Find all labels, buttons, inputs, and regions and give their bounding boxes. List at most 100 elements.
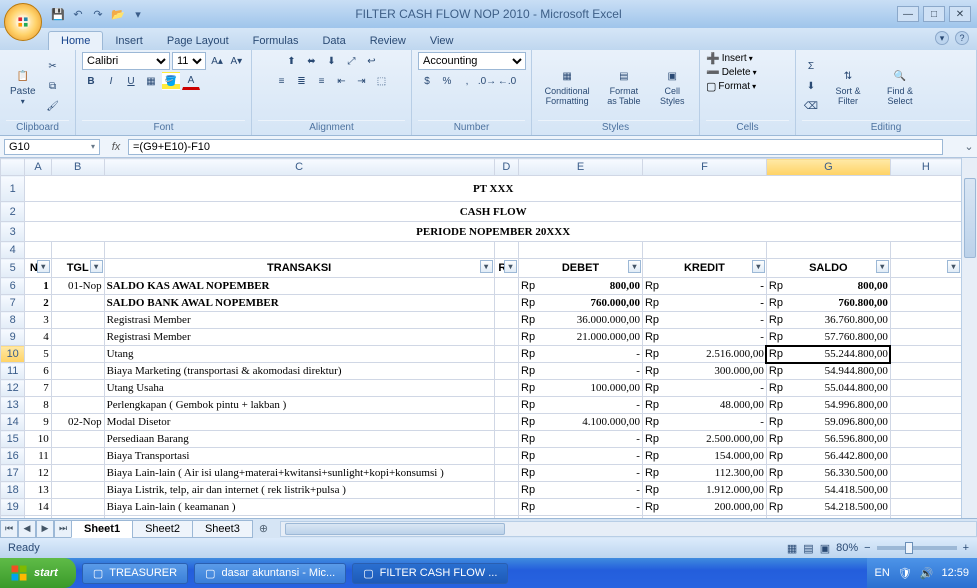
currency-icon[interactable]: $ xyxy=(418,72,436,90)
cell[interactable]: 11 xyxy=(25,448,51,465)
cell[interactable]: Rp- xyxy=(519,465,643,482)
cell[interactable]: 7 xyxy=(25,380,51,397)
cell[interactable] xyxy=(51,329,104,346)
cell[interactable] xyxy=(494,397,518,414)
cell[interactable] xyxy=(494,431,518,448)
select-all-corner[interactable] xyxy=(1,159,25,176)
expand-formula-icon[interactable]: ⌄ xyxy=(961,140,977,153)
cell[interactable]: SALDO▾ xyxy=(766,259,890,278)
cell[interactable]: Rp48.000,00 xyxy=(642,397,766,414)
col-F[interactable]: F xyxy=(642,159,766,176)
decrease-decimal-icon[interactable]: ←.0 xyxy=(498,72,516,90)
cell[interactable]: Rp100.000,00 xyxy=(519,380,643,397)
horizontal-scrollbar[interactable] xyxy=(280,521,977,537)
hscroll-thumb[interactable] xyxy=(285,523,505,535)
cell[interactable] xyxy=(51,465,104,482)
autosum-icon[interactable]: Σ xyxy=(802,57,820,75)
cell[interactable] xyxy=(890,414,961,431)
col-G[interactable]: G xyxy=(766,159,890,176)
row-header[interactable]: 5 xyxy=(1,259,25,278)
row-header[interactable]: 20 xyxy=(1,516,25,519)
zoom-level[interactable]: 80% xyxy=(836,542,858,554)
filter-icon[interactable]: ▾ xyxy=(480,260,493,273)
cell[interactable]: Modal Disetor xyxy=(104,414,494,431)
cell[interactable] xyxy=(494,380,518,397)
undo-icon[interactable]: ↶ xyxy=(70,6,86,22)
row-header[interactable]: 7 xyxy=(1,295,25,312)
cell[interactable]: KREDIT▾ xyxy=(642,259,766,278)
sheet-tab-3[interactable]: Sheet3 xyxy=(192,520,253,538)
filter-icon[interactable]: ▾ xyxy=(628,260,641,273)
worksheet-grid[interactable]: A B C D E F G H 1PT XXX2CASH FLOW3PERIOD… xyxy=(0,158,977,518)
tab-data[interactable]: Data xyxy=(310,32,357,50)
cell[interactable] xyxy=(494,363,518,380)
cell[interactable]: Rp4.100.000,00 xyxy=(519,414,643,431)
row-header[interactable]: 4 xyxy=(1,242,25,259)
row-header[interactable]: 10 xyxy=(1,346,25,363)
cell[interactable] xyxy=(51,380,104,397)
paste-button[interactable]: 📋Paste▾ xyxy=(6,64,40,108)
font-size-select[interactable]: 11 xyxy=(172,52,206,70)
taskbar-task[interactable]: ▢TREASURER xyxy=(82,563,188,584)
percent-icon[interactable]: % xyxy=(438,72,456,90)
find-select-button[interactable]: 🔍Find & Select xyxy=(876,64,924,108)
col-H[interactable]: H xyxy=(890,159,961,176)
cell[interactable] xyxy=(494,482,518,499)
cell[interactable]: Biaya Lain-lain ( Air isi ulang+materai+… xyxy=(104,465,494,482)
cell[interactable]: TGL▾ xyxy=(51,259,104,278)
align-right-icon[interactable]: ≡ xyxy=(313,72,331,90)
cell[interactable]: DEBET▾ xyxy=(519,259,643,278)
ribbon-minimize-icon[interactable]: ▾ xyxy=(935,31,949,45)
filter-icon[interactable]: ▾ xyxy=(37,260,50,273)
cell[interactable] xyxy=(890,312,961,329)
zoom-out-icon[interactable]: − xyxy=(864,542,870,554)
cell[interactable]: Rp760.000,00 xyxy=(519,295,643,312)
cell[interactable]: 8 xyxy=(25,397,51,414)
increase-decimal-icon[interactable]: .0→ xyxy=(478,72,496,90)
cell[interactable] xyxy=(494,448,518,465)
cell[interactable]: Rp- xyxy=(519,482,643,499)
cell[interactable]: Rp800,00 xyxy=(519,278,643,295)
cell[interactable] xyxy=(494,329,518,346)
cell[interactable] xyxy=(51,312,104,329)
cell[interactable] xyxy=(890,431,961,448)
save-icon[interactable]: 💾 xyxy=(50,6,66,22)
row-header[interactable]: 12 xyxy=(1,380,25,397)
cell[interactable]: 3 xyxy=(25,312,51,329)
align-middle-icon[interactable]: ⬌ xyxy=(303,52,321,70)
cell[interactable]: Rp36.000.000,00 xyxy=(519,312,643,329)
sheet-nav-last-icon[interactable]: ⏭ xyxy=(54,520,72,538)
cell[interactable] xyxy=(51,499,104,516)
help-icon[interactable]: ? xyxy=(955,31,969,45)
format-painter-icon[interactable]: 🖌 xyxy=(44,97,62,115)
cell[interactable]: Biaya Marketing (transportasi & akomodas… xyxy=(104,363,494,380)
zoom-in-icon[interactable]: + xyxy=(963,542,969,554)
cell[interactable]: Rp800,00 xyxy=(766,278,890,295)
cell[interactable]: Rp54.418.500,00 xyxy=(766,482,890,499)
cell[interactable] xyxy=(890,295,961,312)
cell[interactable] xyxy=(890,363,961,380)
bold-icon[interactable]: B xyxy=(82,72,100,90)
tab-review[interactable]: Review xyxy=(358,32,418,50)
decrease-indent-icon[interactable]: ⇤ xyxy=(333,72,351,90)
cell[interactable]: Perlengkapan ( Gembok pintu + lakban ) xyxy=(104,397,494,414)
new-sheet-icon[interactable]: ⊕ xyxy=(253,522,274,535)
fill-color-icon[interactable]: 🪣 xyxy=(162,72,180,90)
open-icon[interactable]: 📂 xyxy=(110,6,126,22)
filter-icon[interactable]: ▾ xyxy=(90,260,103,273)
cell[interactable] xyxy=(51,431,104,448)
align-bottom-icon[interactable]: ⬇ xyxy=(323,52,341,70)
cell[interactable] xyxy=(890,278,961,295)
row-header[interactable]: 18 xyxy=(1,482,25,499)
font-name-select[interactable]: Calibri xyxy=(82,52,170,70)
cell[interactable]: 14 xyxy=(25,499,51,516)
vertical-scrollbar[interactable] xyxy=(961,158,977,518)
start-button[interactable]: start xyxy=(0,558,76,588)
cell[interactable]: Rp300.000,00 xyxy=(642,363,766,380)
cell[interactable] xyxy=(494,499,518,516)
cell[interactable] xyxy=(890,499,961,516)
cell[interactable]: Biaya Listrik, telp, air dan internet ( … xyxy=(104,482,494,499)
cell[interactable] xyxy=(890,397,961,414)
filter-icon[interactable]: ▾ xyxy=(752,260,765,273)
cell[interactable]: 01-Nop xyxy=(51,278,104,295)
